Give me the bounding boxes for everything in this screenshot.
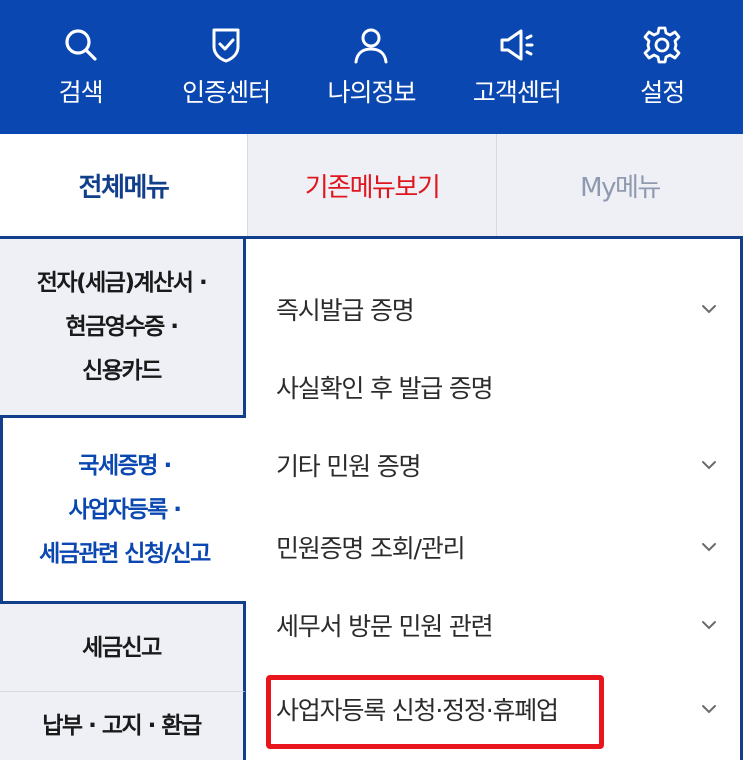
user-icon	[354, 28, 388, 64]
submenu-item-label: 사업자등록 신청·정정·휴폐업	[276, 696, 559, 725]
category-sidebar: 전자(세금)계산서 · 현금영수증 · 신용카드 국세증명 · 사업자등록 · …	[0, 236, 246, 760]
tab-my-menu[interactable]: My메뉴	[496, 134, 743, 236]
submenu-item-verify-issue[interactable]: 사실확인 후 발급 증명	[276, 357, 726, 417]
search-label: 검색	[58, 78, 104, 107]
menu-tabs: 전체메뉴 기존메뉴보기 My메뉴	[0, 134, 743, 236]
certificate-center-label: 인증센터	[182, 78, 271, 107]
sidebar-item-line: 국세증명 ·	[78, 452, 172, 479]
sidebar-item-line: 세금신고	[82, 634, 162, 661]
megaphone-icon	[500, 29, 534, 61]
sidebar-item-line: 현금영수증 ·	[65, 314, 179, 340]
my-info-label: 나의정보	[327, 78, 416, 107]
sidebar-item-line: 세금관련 신청/신고	[39, 540, 211, 567]
sidebar-item-line: 전자(세금)계산서 ·	[36, 270, 208, 296]
certificate-center-button[interactable]: 인증센터	[161, 25, 291, 109]
customer-center-label: 고객센터	[472, 78, 562, 107]
submenu-item-label: 세무서 방문 민원 관련	[276, 612, 494, 641]
submenu-item-label: 민원증명 조회/관리	[276, 534, 466, 563]
search-button[interactable]: 검색	[16, 25, 146, 109]
search-icon	[65, 29, 97, 61]
sidebar-item-invoices[interactable]: 전자(세금)계산서 · 현금영수증 · 신용카드	[0, 236, 246, 418]
settings-button[interactable]: 설정	[597, 25, 727, 109]
sidebar-item-tax-filing[interactable]: 세금신고	[0, 604, 246, 692]
chevron-down-icon	[702, 705, 716, 714]
customer-center-button[interactable]: 고객센터	[452, 25, 582, 109]
sidebar-item-line: 납부 · 고지 · 환급	[42, 713, 202, 739]
tab-legacy-menu[interactable]: 기존메뉴보기	[247, 134, 496, 236]
my-info-button[interactable]: 나의정보	[306, 25, 436, 109]
submenu-item-business-registration[interactable]: 사업자등록 신청·정정·휴폐업	[276, 679, 726, 739]
sidebar-item-line: 신용카드	[82, 358, 162, 384]
submenu-item-instant-issue[interactable]: 즉시발급 증명	[276, 279, 726, 339]
sidebar-item-payment[interactable]: 납부 · 고지 · 환급	[0, 692, 246, 760]
top-navigation-bar: 검색 인증센터 나의정보 고객센터 설정	[0, 0, 743, 134]
submenu-item-other-certificates[interactable]: 기타 민원 증명	[276, 435, 726, 495]
submenu-item-label: 즉시발급 증명	[276, 296, 415, 325]
chevron-down-icon	[702, 461, 716, 470]
chevron-down-icon	[702, 305, 716, 314]
submenu-panel: 즉시발급 증명 사실확인 후 발급 증명 기타 민원 증명 민원증명 조회/관리…	[246, 236, 743, 760]
submenu-item-certificate-lookup[interactable]: 민원증명 조회/관리	[276, 517, 726, 577]
submenu-item-label: 기타 민원 증명	[276, 452, 421, 481]
shield-check-icon	[212, 28, 240, 63]
chevron-down-icon	[702, 621, 716, 630]
settings-label: 설정	[640, 78, 685, 107]
submenu-item-label: 사실확인 후 발급 증명	[276, 374, 494, 403]
tab-all-menu[interactable]: 전체메뉴	[0, 134, 247, 236]
chevron-down-icon	[702, 543, 716, 552]
gear-icon	[643, 26, 681, 64]
submenu-item-tax-office-visit[interactable]: 세무서 방문 민원 관련	[276, 595, 726, 655]
sidebar-item-certificates-selected[interactable]: 국세증명 · 사업자등록 · 세금관련 신청/신고	[0, 418, 246, 604]
sidebar-item-line: 사업자등록 ·	[68, 496, 182, 523]
